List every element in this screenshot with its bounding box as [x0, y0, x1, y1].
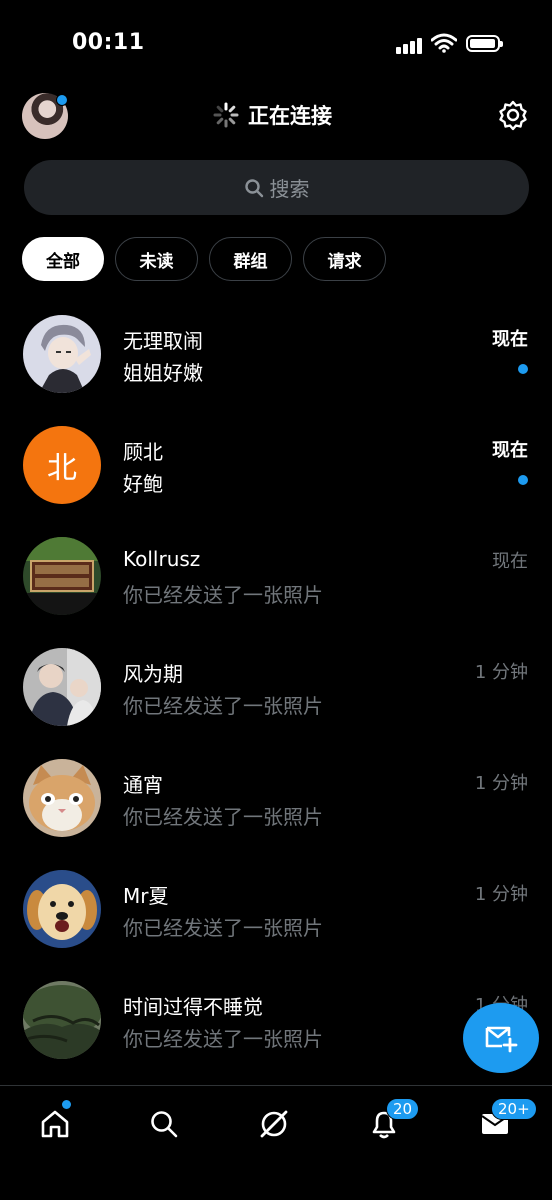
tab-grok[interactable] — [254, 1104, 294, 1144]
conversation-time: 1 分钟 — [474, 662, 528, 683]
notifications-badge: 20 — [386, 1098, 420, 1120]
loading-spinner-icon — [213, 102, 239, 128]
conversation-name: 风为期 — [123, 662, 183, 686]
profile-notification-dot — [56, 94, 68, 106]
search-placeholder: 搜索 — [269, 177, 310, 201]
settings-gear-icon[interactable] — [497, 99, 529, 131]
filter-requests[interactable]: 请求 — [303, 237, 386, 281]
conversation-row[interactable]: 风为期 你已经发送了一张照片 1 分钟 — [0, 633, 552, 744]
bottom-tab-bar: 20 20+ — [0, 1085, 552, 1200]
search-icon — [244, 178, 263, 197]
new-message-button[interactable] — [463, 1003, 539, 1073]
tab-search[interactable] — [144, 1104, 184, 1144]
conversation-row[interactable]: 通宵 你已经发送了一张照片 1 分钟 — [0, 744, 552, 855]
conversation-time: 1 分钟 — [474, 773, 528, 794]
unread-indicator — [518, 364, 528, 374]
cat-avatar — [23, 759, 101, 837]
wifi-icon — [431, 33, 457, 53]
connection-status: 正在连接 — [212, 100, 332, 130]
conversation-row[interactable]: Kollrusz 你已经发送了一张照片 现在 — [0, 522, 552, 633]
conversation-preview: 你已经发送了一张照片 — [123, 916, 323, 940]
conversation-name: 时间过得不睡觉 — [123, 995, 263, 1019]
filter-groups[interactable]: 群组 — [209, 237, 292, 281]
conversation-row[interactable]: Mr夏 你已经发送了一张照片 1 分钟 — [0, 855, 552, 966]
search-bar[interactable]: 搜索 — [24, 160, 529, 215]
dog-avatar — [23, 870, 101, 948]
conversation-name: 通宵 — [123, 773, 163, 797]
conversation-time: 1 分钟 — [474, 884, 528, 905]
messages-screen: 00:11 正在连接 搜索 全部 未读 群组 请求 无理取闹 姐姐好嫩 现在 北… — [0, 0, 552, 1200]
conversation-time: 现在 — [492, 551, 528, 572]
search-icon — [151, 1111, 178, 1138]
battery-icon — [466, 35, 503, 52]
conversation-preview: 好鲍 — [123, 472, 163, 496]
home-notification-dot — [62, 1100, 71, 1109]
header: 正在连接 — [0, 90, 552, 144]
anime-avatar — [23, 315, 101, 393]
unread-indicator — [518, 475, 528, 485]
home-icon — [41, 1110, 69, 1138]
conversation-preview: 你已经发送了一张照片 — [123, 583, 323, 607]
conversation-name: 顾北 — [123, 440, 163, 464]
conversation-name: 无理取闹 — [123, 329, 203, 353]
conversation-time: 现在 — [492, 440, 528, 461]
tab-home[interactable] — [35, 1104, 75, 1144]
conversation-row[interactable]: 无理取闹 姐姐好嫩 现在 — [0, 300, 552, 411]
status-time: 00:11 — [72, 30, 145, 55]
messages-badge: 20+ — [491, 1098, 537, 1120]
sign-avatar — [23, 537, 101, 615]
conversation-preview: 你已经发送了一张照片 — [123, 1027, 323, 1051]
conversation-preview: 你已经发送了一张照片 — [123, 694, 323, 718]
conversation-name: Mr夏 — [123, 884, 169, 908]
conversation-preview: 姐姐好嫩 — [123, 361, 203, 385]
cellular-signal-icon — [396, 36, 424, 54]
conversation-name: Kollrusz — [123, 547, 201, 571]
conversation-list: 无理取闹 姐姐好嫩 现在 北 顾北 好鲍 现在 Kollrusz 你已经发送了一… — [0, 300, 552, 1077]
conversation-preview: 你已经发送了一张照片 — [123, 805, 323, 829]
tree-avatar — [23, 981, 101, 1059]
filter-unread[interactable]: 未读 — [115, 237, 198, 281]
header-title: 正在连接 — [248, 104, 332, 128]
letter-avatar: 北 — [23, 426, 101, 504]
filter-all[interactable]: 全部 — [22, 237, 104, 281]
filter-chips: 全部 未读 群组 请求 — [22, 237, 397, 281]
status-bar: 00:11 — [0, 0, 552, 90]
conversation-row[interactable]: 北 顾北 好鲍 现在 — [0, 411, 552, 522]
grok-slash-icon — [260, 1110, 288, 1138]
photo-avatar — [23, 648, 101, 726]
compose-mail-icon — [485, 1026, 518, 1053]
conversation-time: 现在 — [492, 329, 528, 350]
